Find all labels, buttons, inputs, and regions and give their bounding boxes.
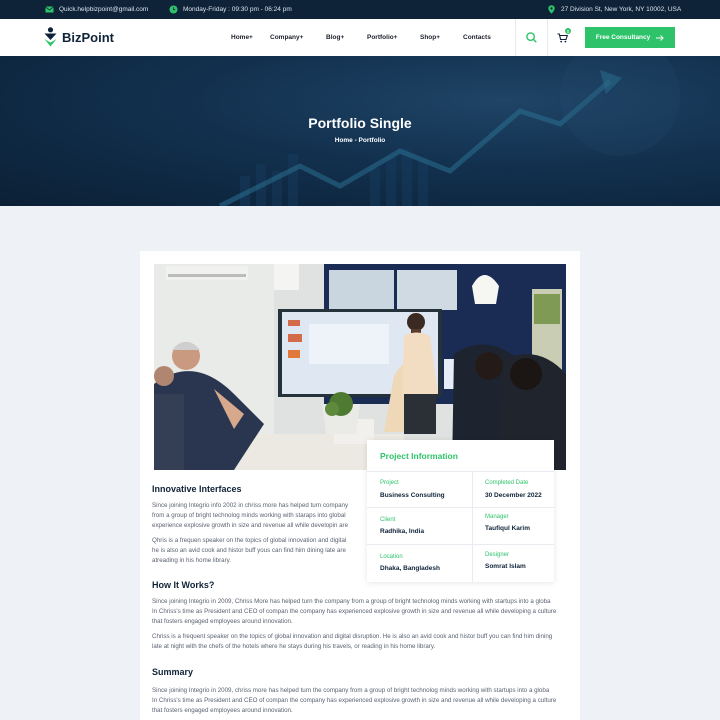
hero-background-graphic xyxy=(218,56,680,206)
mail-icon xyxy=(45,5,54,14)
designer-label: Designer xyxy=(485,552,510,558)
cart-icon xyxy=(557,32,568,42)
text-line: Since joining Integrio in 2009, chriss m… xyxy=(152,687,550,694)
manager-label: Manager xyxy=(485,514,509,520)
text-line: Since joining Integrio in 2009, Chriss M… xyxy=(152,598,551,605)
location-value: Dhaka, Bangladesh xyxy=(380,565,440,572)
paragraph: Since joining Integrio in 2009, Chriss M… xyxy=(152,597,556,627)
project-value: Business Consulting xyxy=(380,492,445,499)
completed-date-value: 30 December 2022 xyxy=(485,492,542,499)
main-navbar: BizPoint Home+ Company+ Blog+ Portfolio+… xyxy=(0,19,720,56)
free-consultancy-button[interactable]: Free Consultancy xyxy=(585,27,675,48)
nav-portfolio[interactable]: Portfolio+ xyxy=(367,19,398,56)
logo-text: BizPoint xyxy=(62,29,114,45)
text-line: he is also an avid cook and histor buff … xyxy=(152,547,346,554)
topbar-email-text: Quick.helpbizpoint@gmail.com xyxy=(59,6,149,13)
breadcrumb[interactable]: Home - Portfolio xyxy=(0,137,720,144)
top-bar: Quick.helpbizpoint@gmail.com Monday-Frid… xyxy=(0,0,720,19)
nav-contacts[interactable]: Contacts xyxy=(463,19,491,56)
topbar-email[interactable]: Quick.helpbizpoint@gmail.com xyxy=(45,0,148,19)
text-line: In Chriss's time as President and CEO of… xyxy=(152,697,557,704)
paragraph: Chriss is a frequent speaker on the topi… xyxy=(152,632,552,652)
text-line: Since joining Integrio info 2002 in chri… xyxy=(152,502,349,509)
client-value: Radhika, India xyxy=(380,528,425,535)
logo[interactable]: BizPoint xyxy=(44,27,114,47)
paragraph: Since joining Integrio info 2002 in chri… xyxy=(152,501,348,531)
manager-value: Taufiqul Karim xyxy=(485,525,531,532)
paragraph: Since joining Integrio in 2009, chriss m… xyxy=(152,686,556,716)
topbar-address-text: 27 Division St, New York, NY 10002, USA xyxy=(561,6,682,13)
cta-label: Free Consultancy xyxy=(595,34,651,41)
topbar-address: 27 Division St, New York, NY 10002, USA xyxy=(547,0,681,19)
text-line: Qhris is a frequen speaker on the topics… xyxy=(152,537,347,544)
text-line: Chriss is a frequent speaker on the topi… xyxy=(152,633,553,640)
clock-icon xyxy=(169,5,178,14)
nav-blog[interactable]: Blog+ xyxy=(326,19,344,56)
divider xyxy=(367,507,554,508)
page-hero: Portfolio Single Home - Portfolio xyxy=(0,56,720,206)
section-heading-summary: Summary xyxy=(152,667,194,677)
topbar-hours: Monday-Friday : 09:30 pm - 06:24 pm xyxy=(169,0,292,19)
page-title: Portfolio Single xyxy=(308,115,412,131)
text-line: that fosters engaged employees around in… xyxy=(152,707,293,714)
nav-shop[interactable]: Shop+ xyxy=(420,19,440,56)
logo-icon xyxy=(44,27,57,47)
text-line: that fosters engaged employees around in… xyxy=(152,618,293,625)
divider xyxy=(367,544,554,545)
arrow-right-icon xyxy=(656,34,665,41)
divider xyxy=(472,471,473,582)
paragraph: Qhris is a frequen speaker on the topics… xyxy=(152,536,346,566)
cart-button[interactable] xyxy=(548,19,576,56)
location-pin-icon xyxy=(547,5,556,14)
nav-company[interactable]: Company+ xyxy=(270,19,303,56)
text-line: In Chriss's time as President and CEO of… xyxy=(152,608,557,615)
topbar-hours-text: Monday-Friday : 09:30 pm - 06:24 pm xyxy=(183,6,292,13)
designer-value: Somrat Islam xyxy=(485,563,526,570)
client-label: Client xyxy=(380,517,396,523)
search-button[interactable] xyxy=(516,19,547,56)
text-line: late at night with the chefs of the hote… xyxy=(152,643,436,650)
search-icon xyxy=(526,32,537,43)
cart-count-badge: 0 xyxy=(565,28,571,34)
project-info-title: Project Information xyxy=(380,451,458,461)
completed-date-label: Completed Date xyxy=(485,480,529,486)
text-line: from a group of bright technolog minds w… xyxy=(152,512,346,519)
divider xyxy=(367,471,554,472)
location-label: Location xyxy=(380,554,403,560)
project-info-box: Project Information Project Business Con… xyxy=(367,440,554,582)
nav-home[interactable]: Home+ xyxy=(231,19,253,56)
section-heading-how-it-works: How It Works? xyxy=(152,580,215,590)
text-line: atreading in his home library. xyxy=(152,557,231,564)
project-label: Project xyxy=(380,480,399,486)
text-line: experience explosive growth in size and … xyxy=(152,522,349,529)
section-heading-innovative: Innovative Interfaces xyxy=(152,484,242,494)
